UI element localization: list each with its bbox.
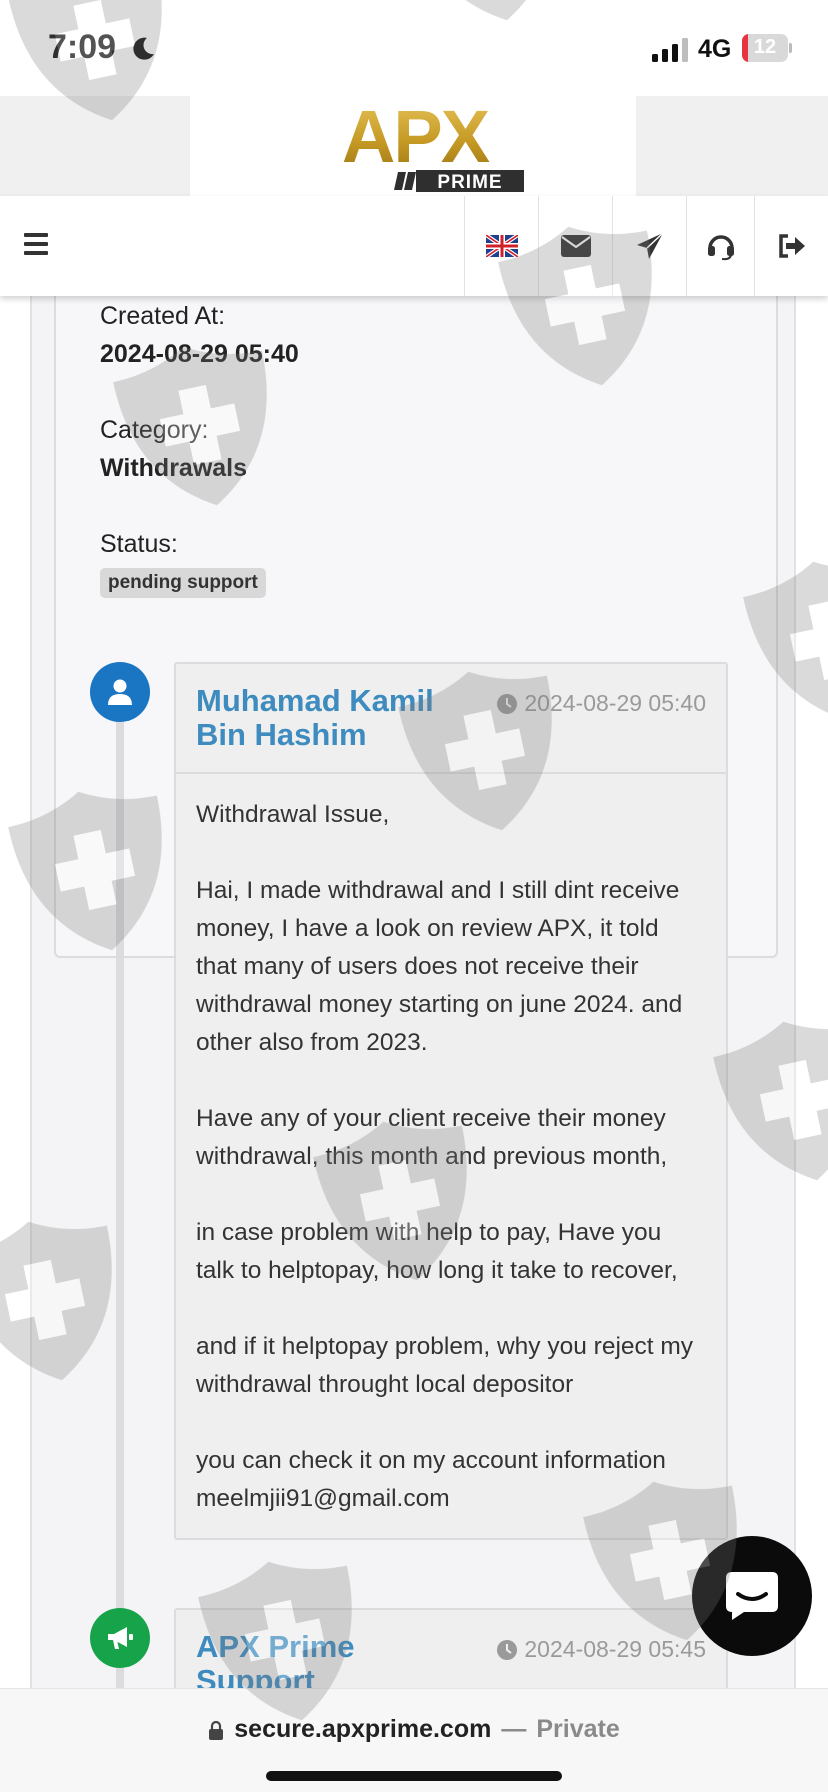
user-icon xyxy=(108,679,132,705)
address-display[interactable]: secure.apxprime.com — Private xyxy=(0,1715,828,1744)
private-mode-label: Private xyxy=(536,1715,620,1743)
message-author[interactable]: Muhamad Kamil Bin Hashim xyxy=(196,684,466,752)
message-time-text: 2024-08-29 05:45 xyxy=(524,1636,706,1662)
created-at-value: 2024-08-29 05:40 xyxy=(100,340,299,368)
battery-level: 12 xyxy=(753,36,777,58)
hamburger-menu-button[interactable] xyxy=(24,228,54,264)
top-navbar xyxy=(0,196,828,296)
support-avatar xyxy=(90,1608,150,1668)
megaphone-icon xyxy=(108,1627,133,1649)
message-card: Muhamad Kamil Bin Hashim 2024-08-29 05:4… xyxy=(174,662,728,1540)
logout-button[interactable] xyxy=(754,196,828,296)
moon-icon xyxy=(133,37,154,60)
svg-text:APX: APX xyxy=(342,98,490,178)
apx-prime-logo[interactable]: APX PRIME xyxy=(290,98,540,194)
status-label: Status: xyxy=(100,530,178,558)
message-card: APX Prime Support 2024-08-29 05:45 xyxy=(174,1608,728,1688)
paper-plane-icon xyxy=(636,232,664,259)
home-indicator[interactable] xyxy=(266,1771,562,1781)
message-paragraph: in case problem with help to pay, Have y… xyxy=(196,1219,678,1284)
status-badge: pending support xyxy=(100,568,266,598)
message-paragraph: you can check it on my account informati… xyxy=(196,1447,666,1512)
message-paragraph: and if it helptopay problem, why you rej… xyxy=(196,1333,694,1398)
message-time-text: 2024-08-29 05:40 xyxy=(524,690,706,716)
message-timestamp: 2024-08-29 05:45 xyxy=(496,1636,706,1663)
user-avatar xyxy=(90,662,150,722)
timeline-line xyxy=(116,682,124,1688)
message-paragraph: Have any of your client receive their mo… xyxy=(196,1105,668,1170)
chat-bubble-icon xyxy=(726,1572,778,1620)
language-button[interactable] xyxy=(464,196,538,296)
message-paragraph: Withdrawal Issue, xyxy=(196,801,390,828)
message-author[interactable]: APX Prime Support xyxy=(196,1630,426,1689)
headset-icon xyxy=(707,235,734,261)
network-type: 4G xyxy=(698,35,732,63)
ticket-page: Created At: 2024-08-29 05:40 Category: W… xyxy=(30,296,796,1688)
url-separator: — xyxy=(501,1715,527,1743)
battery-icon: 12 xyxy=(742,34,792,62)
uk-flag-icon xyxy=(485,235,518,257)
message-paragraph: Hai, I made withdrawal and I still dint … xyxy=(196,877,683,1056)
category-label: Category: xyxy=(100,416,209,444)
status-time: 7:09 xyxy=(48,28,117,66)
cellular-signal-icon xyxy=(652,38,688,62)
clock-icon xyxy=(497,693,518,714)
status-bar: 7:09 4G 12 xyxy=(0,0,828,96)
url-host: secure.apxprime.com xyxy=(234,1715,492,1743)
browser-url-bar[interactable]: secure.apxprime.com — Private xyxy=(0,1688,828,1792)
lock-icon xyxy=(209,1720,224,1740)
messages-button[interactable] xyxy=(538,196,612,296)
created-at-label: Created At: xyxy=(100,302,226,330)
message-timestamp: 2024-08-29 05:40 xyxy=(496,690,706,717)
support-button[interactable] xyxy=(686,196,754,296)
telegram-button[interactable] xyxy=(612,196,686,296)
envelope-icon xyxy=(560,235,591,257)
live-chat-button[interactable] xyxy=(692,1536,812,1656)
category-value: Withdrawals xyxy=(100,454,248,482)
header-banner: APX PRIME xyxy=(0,96,828,196)
sign-out-icon xyxy=(778,234,805,258)
message-body: Withdrawal Issue, Hai, I made withdrawal… xyxy=(176,774,726,1538)
svg-text:PRIME: PRIME xyxy=(437,172,502,193)
clock-icon xyxy=(497,1639,518,1660)
